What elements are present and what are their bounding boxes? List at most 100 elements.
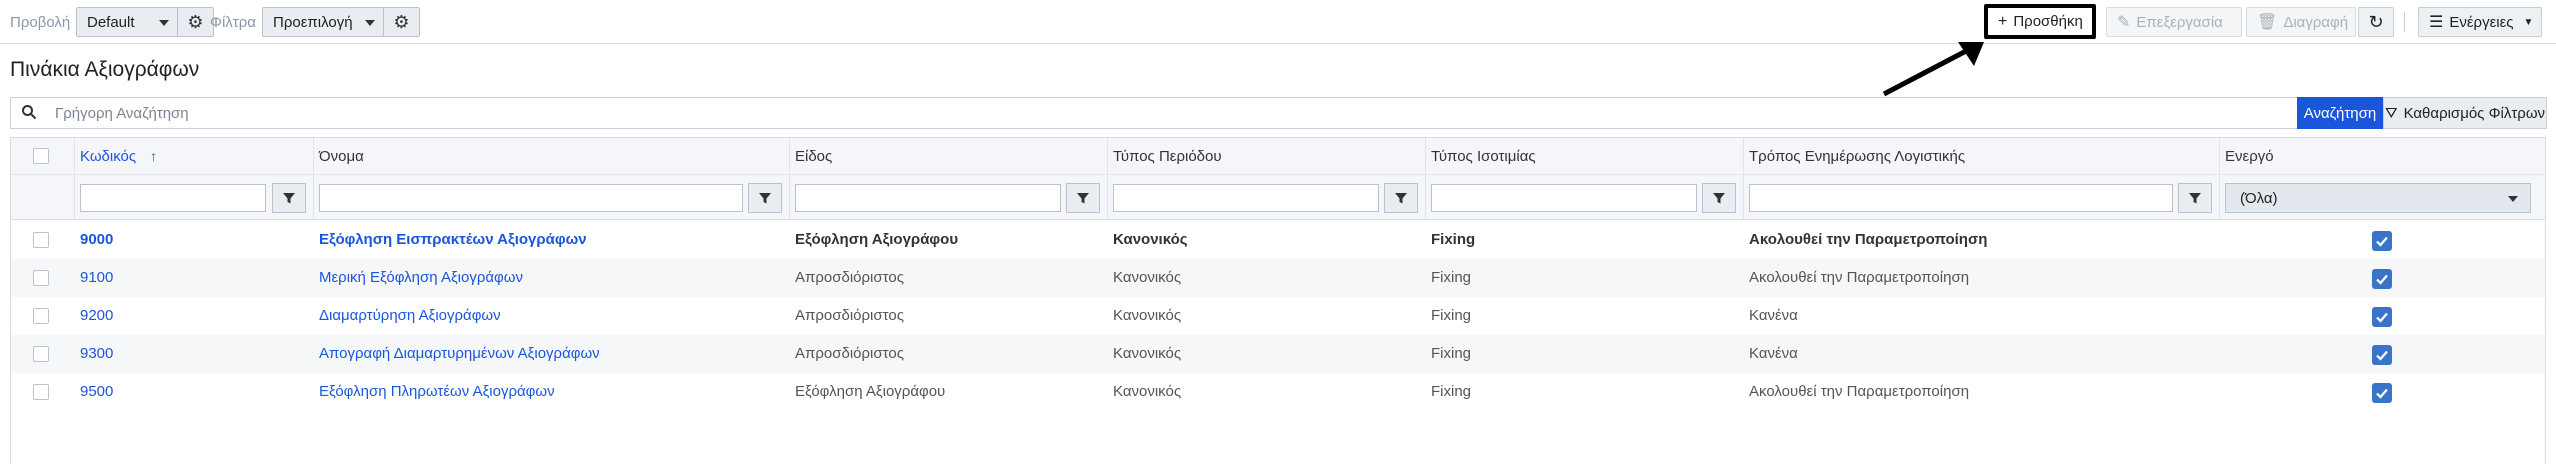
checkmark-icon xyxy=(2376,236,2388,247)
cell-kind: Εξόφληση Αξιογράφου xyxy=(795,383,946,400)
table-row[interactable]: 9200 Διαμαρτύρηση Αξιογράφων Απροσδιόριστο… xyxy=(11,297,2545,335)
filter-accounting-button[interactable] xyxy=(2178,183,2212,213)
filter-rate-type-button[interactable] xyxy=(1702,183,1736,213)
filter-kind-button[interactable] xyxy=(1066,183,1100,213)
cell-name[interactable]: Εξόφληση Πληρωτέων Αξιογράφων xyxy=(319,373,785,411)
quick-search-input[interactable] xyxy=(55,98,2285,128)
column-rate-type-label: Τύπος Ισοτιμίας xyxy=(1431,148,1536,165)
cell-code[interactable]: 9000 xyxy=(80,221,310,259)
cell-rate-type: Fixing xyxy=(1431,307,1472,324)
actions-button[interactable]: ☰ Ενέργειες ▼ xyxy=(2418,7,2542,37)
cell-period-type: Κανονικός xyxy=(1113,269,1182,286)
refresh-icon: ↻ xyxy=(2368,11,2384,32)
table-row[interactable]: 9100 Μερική Εξόφληση Αξιογράφων Απροσδιόρι… xyxy=(11,259,2545,297)
filter-name-input[interactable] xyxy=(319,184,743,212)
filters-select-value: Προεπιλογή xyxy=(273,13,353,31)
checkmark-icon xyxy=(2376,274,2388,285)
filter-accounting-input[interactable] xyxy=(1749,184,2173,212)
checkmark-icon xyxy=(2376,388,2388,399)
pencil-icon: ✎ xyxy=(2117,14,2131,31)
search-button[interactable]: Αναζήτηση xyxy=(2297,97,2383,129)
chevron-down-icon xyxy=(2508,196,2518,202)
table-row[interactable]: 9000 Εξόφληση Εισπρακτέων Αξιογράφων Εξόφλ… xyxy=(11,221,2545,259)
filters-settings-button[interactable]: ⚙ xyxy=(383,8,419,36)
gear-icon: ⚙ xyxy=(187,11,204,32)
filter-code-input[interactable] xyxy=(80,184,266,212)
chevron-down-icon xyxy=(159,20,169,26)
row-select-checkbox[interactable] xyxy=(33,346,49,362)
column-active[interactable]: Ενεργό (Όλα) xyxy=(2220,138,2545,220)
cell-accounting: Ακολουθεί την Παραμετροποίηση xyxy=(1749,231,1988,248)
filters-label: Φίλτρα xyxy=(210,14,256,31)
checkmark-icon xyxy=(2376,350,2388,361)
cell-name[interactable]: Εξόφληση Εισπρακτέων Αξιογράφων xyxy=(319,221,785,259)
filter-rate-type-input[interactable] xyxy=(1431,184,1697,212)
cell-accounting: Ακολουθεί την Παραμετροποίηση xyxy=(1749,269,1970,286)
active-checkbox[interactable] xyxy=(2372,231,2392,251)
column-code-title: Κωδικός ↑ xyxy=(80,148,157,165)
cell-code[interactable]: 9500 xyxy=(80,373,310,411)
refresh-button[interactable]: ↻ xyxy=(2358,7,2394,37)
chevron-down-icon xyxy=(365,20,375,26)
edit-button[interactable]: ✎ Επεξεργασία xyxy=(2106,7,2242,37)
table-row[interactable]: 9500 Εξόφληση Πληρωτέων Αξιογράφων Εξόφλησ… xyxy=(11,373,2545,411)
filter-code-button[interactable] xyxy=(272,183,306,213)
annotation-arrow-icon xyxy=(1882,42,1984,97)
gear-icon: ⚙ xyxy=(393,11,410,32)
table-row[interactable]: 9300 Απογραφή Διαμαρτυρημένων Αξιογράφων Α… xyxy=(11,335,2545,373)
cell-kind: Απροσδιόριστος xyxy=(795,345,904,362)
filter-period-type-input[interactable] xyxy=(1113,184,1379,212)
column-active-label: Ενεργό xyxy=(2225,148,2274,165)
select-all-column xyxy=(11,138,75,220)
cell-name[interactable]: Διαμαρτύρηση Αξιογράφων xyxy=(319,297,785,335)
view-select-value: Default xyxy=(87,13,135,31)
column-period-type[interactable]: Τύπος Περιόδου xyxy=(1108,138,1426,220)
data-grid: Κωδικός ↑ Όνομα Είδος Τύπος Περιόδου Τύπ… xyxy=(10,137,2546,464)
active-checkbox[interactable] xyxy=(2372,269,2392,289)
cell-code[interactable]: 9200 xyxy=(80,297,310,335)
cell-period-type: Κανονικός xyxy=(1113,231,1188,248)
filter-active-select[interactable]: (Όλα) xyxy=(2225,183,2531,213)
quick-search-bar: Αναζήτηση ⛛ Καθαρισμός Φίλτρων xyxy=(10,97,2547,129)
filter-icon xyxy=(283,193,295,204)
filters-select[interactable]: Προεπιλογή ⚙ xyxy=(262,7,420,37)
cell-code[interactable]: 9300 xyxy=(80,335,310,373)
cell-code[interactable]: 9100 xyxy=(80,259,310,297)
filter-clear-icon: ⛛ xyxy=(2384,104,2398,122)
filter-kind-input[interactable] xyxy=(795,184,1061,212)
clear-filters-button[interactable]: ⛛ Καθαρισμός Φίλτρων xyxy=(2383,97,2547,129)
filter-name-button[interactable] xyxy=(748,183,782,213)
column-accounting[interactable]: Τρόπος Ενημέρωσης Λογιστικής xyxy=(1744,138,2220,220)
filter-period-type-button[interactable] xyxy=(1384,183,1418,213)
checkmark-icon xyxy=(2376,312,2388,323)
add-button[interactable]: + Προσθήκη xyxy=(1984,4,2096,39)
cell-accounting: Κανένα xyxy=(1749,345,1798,362)
column-rate-type[interactable]: Τύπος Ισοτιμίας xyxy=(1426,138,1744,220)
filter-icon xyxy=(1077,193,1089,204)
page-title: Πινάκια Αξιογράφων xyxy=(10,58,200,81)
active-checkbox[interactable] xyxy=(2372,345,2392,365)
view-settings-button[interactable]: ⚙ xyxy=(177,8,213,36)
row-select-checkbox[interactable] xyxy=(33,384,49,400)
row-select-checkbox[interactable] xyxy=(33,308,49,324)
cell-name[interactable]: Απογραφή Διαμαρτυρημένων Αξιογράφων xyxy=(319,335,785,373)
row-select-checkbox[interactable] xyxy=(33,232,49,248)
cell-rate-type: Fixing xyxy=(1431,269,1472,286)
active-checkbox[interactable] xyxy=(2372,307,2392,327)
column-name[interactable]: Όνομα xyxy=(314,138,790,220)
select-all-checkbox[interactable] xyxy=(33,148,49,164)
cell-rate-type: Fixing xyxy=(1431,345,1472,362)
column-kind[interactable]: Είδος xyxy=(790,138,1108,220)
column-code[interactable]: Κωδικός ↑ xyxy=(75,138,314,220)
delete-button[interactable]: 🗑 Διαγραφή xyxy=(2246,7,2356,37)
sort-ascending-icon: ↑ xyxy=(150,148,158,164)
column-kind-label: Είδος xyxy=(795,148,833,165)
active-checkbox[interactable] xyxy=(2372,383,2392,403)
cell-name[interactable]: Μερική Εξόφληση Αξιογράφων xyxy=(319,259,785,297)
view-select[interactable]: Default ⚙ xyxy=(76,7,214,37)
top-toolbar: Προβολή Default ⚙ Φίλτρα Προεπιλογή ⚙ + … xyxy=(0,0,2556,44)
row-select-checkbox[interactable] xyxy=(33,270,49,286)
cell-rate-type: Fixing xyxy=(1431,231,1476,248)
chevron-down-icon: ▼ xyxy=(2523,16,2534,28)
cell-kind: Εξόφληση Αξιογράφου xyxy=(795,231,959,248)
